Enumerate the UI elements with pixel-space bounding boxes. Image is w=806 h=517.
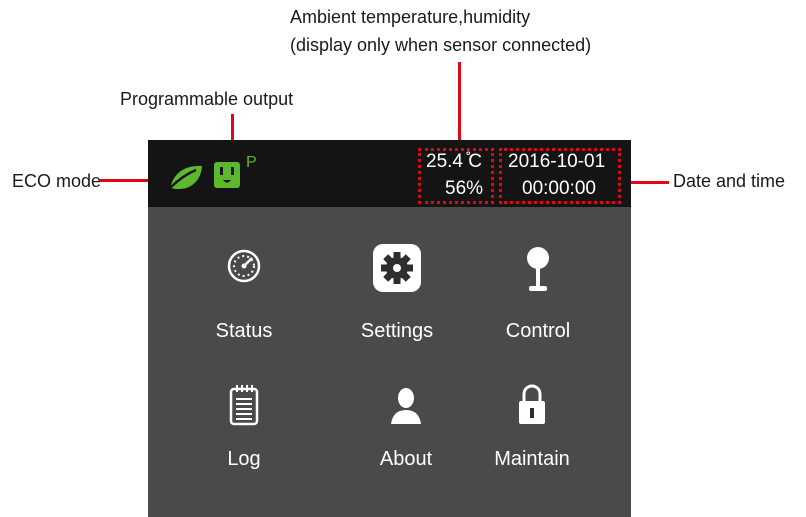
menu-label-control: Control (505, 320, 571, 342)
status-bar: P 25.4 ̊C 56% 2016-10-01 00:00:00 (148, 140, 631, 207)
annotation-ambient-line2: (display only when sensor connected) (290, 35, 592, 55)
menu-label-maintain: Maintain (494, 448, 570, 470)
date-value: 2016-10-01 (508, 151, 606, 172)
menu-item-settings[interactable]: Settings (332, 240, 462, 360)
person-icon (391, 388, 421, 424)
annotation-ambient-line1: Ambient temperature,humidity (290, 7, 531, 27)
eco-leaf-icon (169, 165, 202, 190)
gauge-icon (227, 249, 261, 283)
time-value: 00:00:00 (522, 178, 596, 199)
menu-item-status[interactable]: Status (179, 240, 309, 360)
annotation-programmable-output: Programmable output (120, 89, 294, 109)
notepad-icon (229, 385, 259, 426)
leader-line-ambient (458, 62, 461, 148)
menu-label-status: Status (215, 320, 273, 342)
programmable-output-icon (214, 162, 240, 188)
menu-label-about: About (379, 448, 433, 470)
menu-item-about[interactable]: About (341, 380, 471, 500)
annotation-date-and-time: Date and time (673, 171, 786, 191)
menu-item-log[interactable]: Log (179, 380, 309, 500)
humidity-value: 56% (445, 178, 484, 199)
programmable-indicator-label: P (246, 154, 257, 171)
menu-item-control[interactable]: Control (473, 240, 603, 360)
menu-item-maintain[interactable]: Maintain (467, 380, 597, 500)
menu-label-log: Log (227, 448, 261, 470)
gear-icon (373, 244, 421, 292)
device-screen: P 25.4 ̊C 56% 2016-10-01 00:00:00 Status (148, 140, 631, 517)
menu-label-settings: Settings (360, 320, 434, 342)
temperature-value: 25.4 ̊C (426, 151, 482, 172)
annotation-eco-mode: ECO mode (12, 171, 102, 191)
joystick-icon (527, 247, 549, 291)
padlock-icon (519, 384, 545, 424)
